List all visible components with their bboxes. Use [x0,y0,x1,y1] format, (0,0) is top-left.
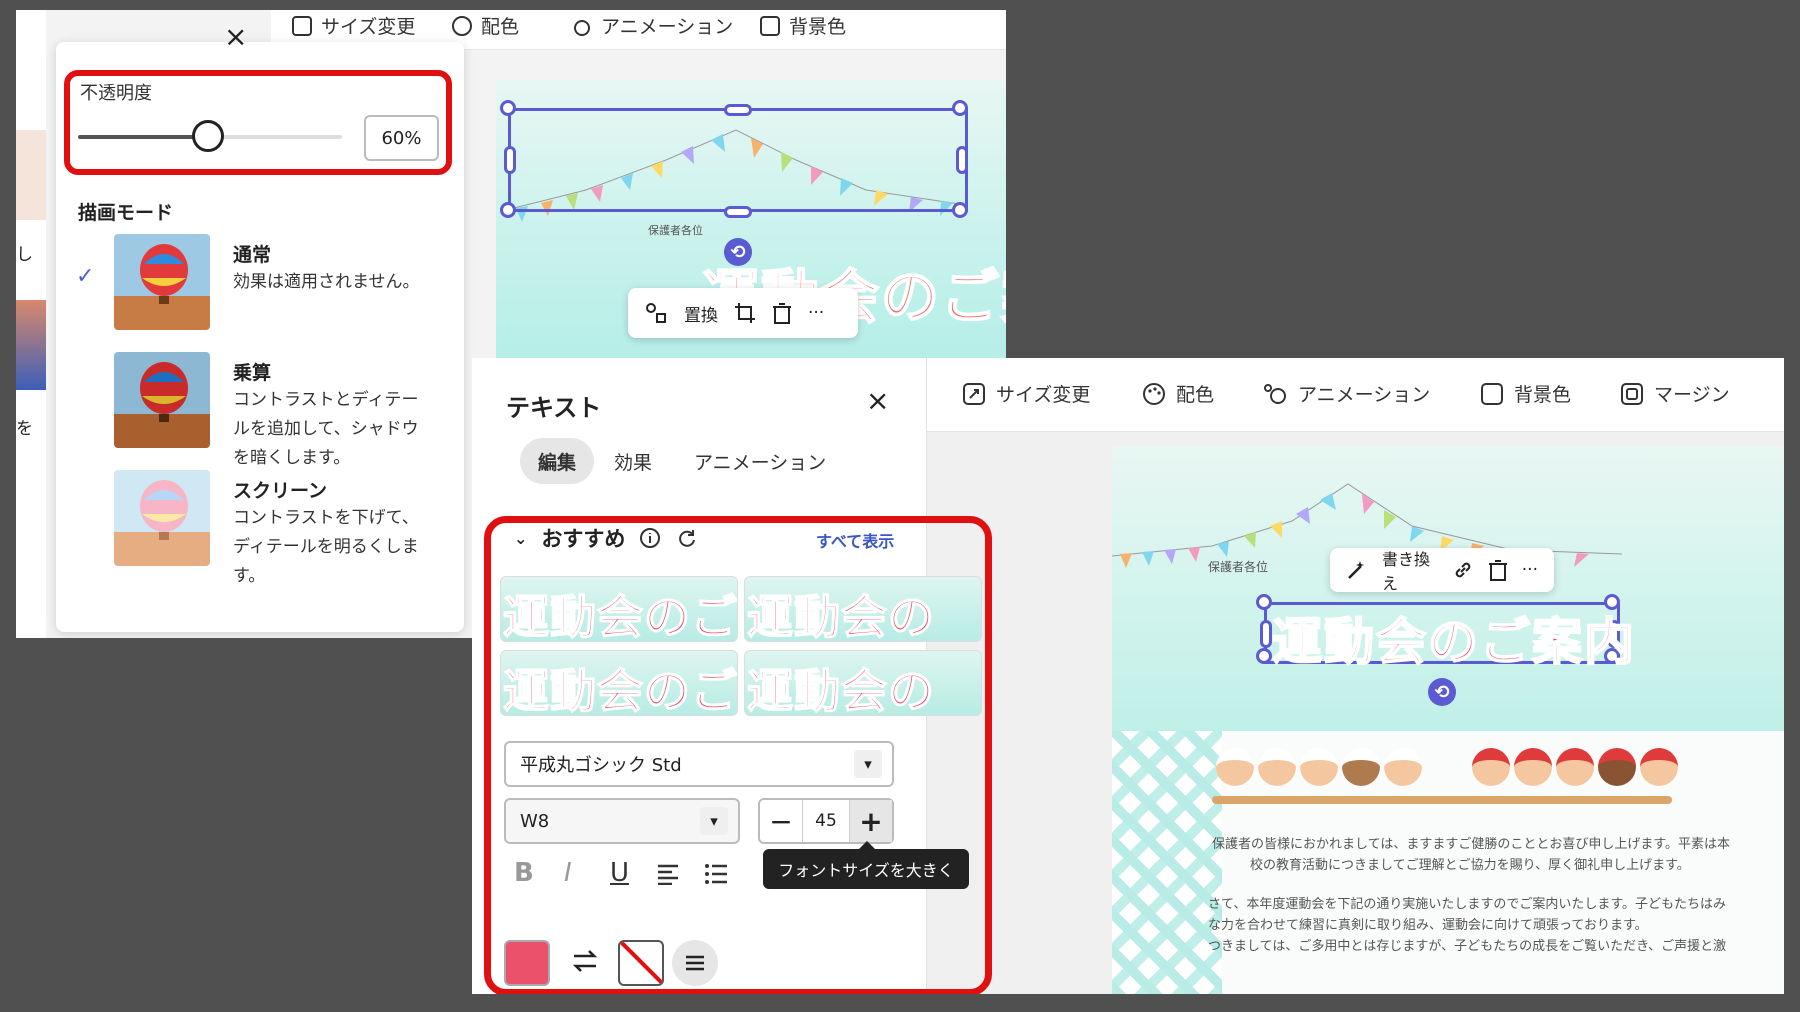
animation-button[interactable]: アニメーション [571,12,733,39]
left-fragment: を [16,419,33,439]
rotate-handle-icon[interactable]: ⟲ [1428,678,1456,706]
more-icon[interactable]: ··· [808,303,824,323]
left-fragment: し [16,245,33,265]
image-selection-box[interactable] [508,108,968,212]
body-line: さて、本年度運動会を下記の通り実施いたしますのでご案内いたします。子どもたちはみ [1208,897,1727,912]
balloon-thumbnail [114,470,210,566]
resize-handle[interactable] [724,206,752,218]
more-icon[interactable]: ··· [1522,560,1538,580]
resize-handle[interactable] [500,202,516,218]
tab-effects[interactable]: 効果 [596,438,670,484]
animation-icon [1262,382,1288,406]
blend-mode-normal[interactable]: ✓ 通常 効果は適用されません。 [56,234,464,344]
balloon-thumbnail [114,352,210,448]
resize-handle[interactable] [956,146,968,174]
resize-handle[interactable] [952,202,968,218]
trash-icon[interactable] [1488,559,1508,581]
opacity-slider-thumb[interactable] [191,120,224,152]
tab-edit[interactable]: 編集 [520,438,595,484]
rotate-handle-icon[interactable]: ⟲ [724,238,752,266]
child-illustration [1342,748,1380,786]
child-illustration [1556,748,1594,786]
balloon-thumbnail [114,234,210,330]
resize-icon [962,382,986,406]
body-line: な力を合わせて練習に真剣に取り組み、運動会に向けて頑張っております。 [1208,918,1648,933]
child-illustration [1300,748,1338,786]
body-line: 保護者の皆様におかれましては、ますますご健勝のこととお喜び申し上げます。平素は本 [1212,837,1731,852]
close-icon[interactable]: × [224,20,247,53]
sidebar-title: テキスト [506,394,602,422]
tab-animation[interactable]: アニメーション [676,438,844,484]
child-illustration [1216,748,1254,786]
replace-button[interactable]: 置換 [684,301,718,326]
resize-handle[interactable] [1260,620,1272,648]
background-color-button[interactable]: 背景色 [759,12,846,39]
palette-icon [451,15,473,37]
link-icon[interactable] [1452,559,1474,581]
text-floating-toolbar: 書き換え ··· [1330,546,1554,594]
resize-handle[interactable] [1256,648,1272,664]
recommended-highlight-box [484,516,992,994]
blend-mode-screen[interactable]: スクリーン コントラストを下げて、ディテールを明るくします。 [56,470,464,586]
checkmark-icon: ✓ [76,264,95,289]
resize-handle[interactable] [500,100,516,116]
lattice-decoration [1112,731,1222,994]
thumbnail-fragment [16,300,46,390]
thumbnail-fragment [16,130,46,220]
image-floating-toolbar: 置換 ··· [628,288,858,338]
body-line: 校の教育活動につきましてご理解とご協力を賜り、厚く御礼申し上げます。 [1250,858,1690,873]
tug-of-war-rope [1212,796,1672,804]
title-text[interactable]: 運動会のご案内 [1271,602,1636,674]
rewrite-button[interactable]: 書き換え [1382,546,1438,594]
magic-rewrite-icon [1346,559,1368,581]
animation-icon [571,15,593,37]
child-illustration [1598,748,1636,786]
close-icon[interactable]: × [866,384,889,417]
background-color-button[interactable]: 背景色 [1480,380,1571,407]
square-icon [759,15,781,37]
transparency-popover: × 不透明度 60% 描画モード ✓ 通常 効果は適用されません。 乗算 コント… [56,20,464,632]
addressee-text: 保護者各位 [648,224,703,237]
square-icon [1480,382,1504,406]
crop-icon[interactable] [734,302,756,324]
child-illustration [1514,748,1552,786]
left-strip: し を [16,10,46,638]
resize-handle[interactable] [724,104,752,116]
resize-icon [291,15,313,37]
child-illustration [1384,748,1422,786]
trash-icon[interactable] [772,302,792,324]
child-illustration [1640,748,1678,786]
animation-button[interactable]: アニメーション [1262,380,1430,407]
design-canvas[interactable]: 保護者各位 書き換え ··· 運動会のご案内 ⟲ 保護者の皆様におかれましては、 [1112,446,1784,994]
child-illustration [1472,748,1510,786]
resize-handle[interactable] [1256,594,1272,610]
opacity-label: 不透明度 [80,83,152,104]
resize-button[interactable]: サイズ変更 [962,380,1090,407]
blend-mode-heading: 描画モード [78,202,174,224]
margin-icon [1620,382,1644,406]
margin-button[interactable]: マージン [1620,380,1730,407]
color-scheme-button[interactable]: 配色 [1142,380,1214,407]
addressee-text: 保護者各位 [1208,560,1269,574]
opacity-value-input[interactable]: 60% [364,115,439,161]
blend-mode-multiply[interactable]: 乗算 コントラストとディテールを追加して、シャドウを暗くします。 [56,352,464,468]
replace-icon [644,301,668,325]
resize-handle[interactable] [504,146,516,174]
resize-handle[interactable] [952,100,968,116]
opacity-slider-fill [78,135,208,139]
color-scheme-button[interactable]: 配色 [451,12,519,39]
resize-button[interactable]: サイズ変更 [291,12,415,39]
palette-icon [1142,382,1166,406]
child-illustration [1258,748,1296,786]
body-line: つきましては、ご多用中とは存じますが、子どもたちの成長をご覧いただき、ご声援と激 [1208,939,1727,954]
text-panel-screenshot: サイズ変更 配色 アニメーション 背景色 マージン 保護者各位 書き換え ···… [472,358,1784,994]
